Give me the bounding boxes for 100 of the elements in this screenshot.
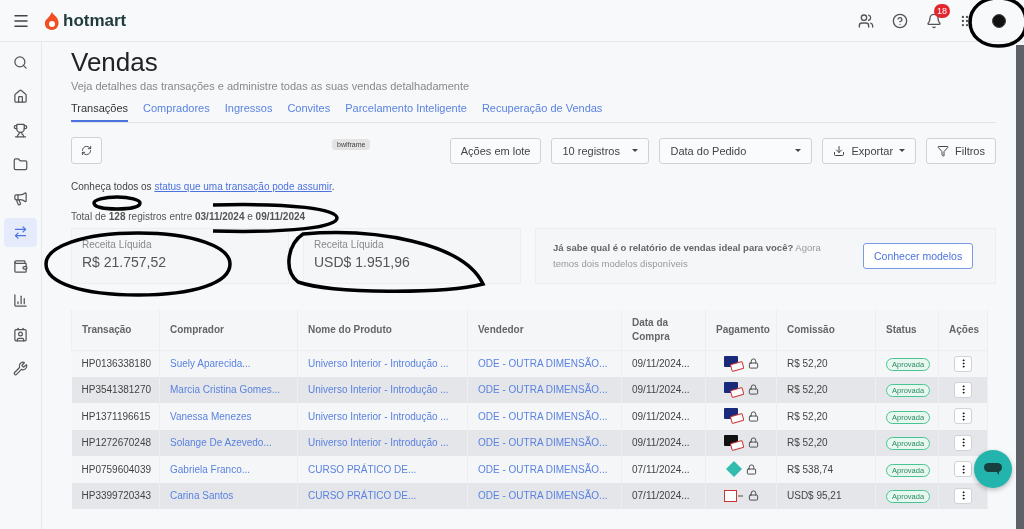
status-link[interactable]: status que uma transação pode assumir (154, 181, 332, 192)
page-size-select[interactable]: 10 registros (551, 137, 650, 164)
column-header: Comissão (776, 310, 876, 350)
table-cell: HP3399720343 (71, 482, 160, 509)
buyer-link[interactable]: Marcia Cristina Gomes... (170, 384, 281, 396)
trophy-icon (13, 123, 28, 138)
records-summary: Total de 128 registros entre 03/11/2024 e 09/11/2024 (71, 211, 307, 222)
seller-link[interactable]: ODE - OUTRA DIMENSÃO... (478, 410, 608, 422)
refresh-icon (81, 145, 92, 156)
tab[interactable]: Convites (287, 98, 331, 122)
column-header: Nome do Produto (297, 310, 468, 350)
column-header: Data da Compra (621, 310, 706, 350)
tab[interactable]: Ingressos (224, 98, 273, 122)
buyer-link[interactable]: Gabriela Franco... (170, 463, 251, 475)
diamond-icon (725, 461, 742, 478)
search-icon (13, 55, 28, 70)
status-note: Conheça todos os status que uma transação pode assumir. (71, 181, 336, 192)
actions-button[interactable] (954, 355, 972, 372)
actions-button[interactable] (954, 381, 972, 398)
batch-actions-button[interactable]: Ações em lote (449, 137, 542, 164)
revenue-value: USD$ 1.951,96 (314, 254, 411, 270)
card-icon (723, 355, 744, 372)
buyer-link[interactable]: Solange De Azevedo... (170, 437, 272, 449)
actions-button[interactable] (954, 408, 972, 425)
buyer-link[interactable]: Suely Aparecida... (170, 358, 251, 369)
filters-button[interactable]: Filtros (926, 137, 996, 164)
tab[interactable]: Transações (71, 98, 129, 122)
promo-text: Já sabe qual é o relatório de vendas ideal para você? Agora temos dois modelos disponíveis (553, 241, 822, 271)
revenue-value: R$ 21.757,52 (82, 254, 168, 270)
table-cell: R$ 52,20 (776, 403, 876, 430)
table-cell: USD$ 95,21 (776, 482, 876, 509)
lock-icon (747, 358, 759, 369)
lock-icon (747, 490, 759, 502)
buyer-link[interactable]: Vanessa Menezes (170, 410, 252, 422)
users-icon[interactable] (858, 12, 874, 29)
chat-bubble-icon (984, 463, 1002, 475)
table-cell: HP0136338180 (71, 350, 160, 377)
scrollbar[interactable] (1016, 45, 1024, 529)
seller-link[interactable]: ODE - OUTRA DIMENSÃO... (478, 437, 608, 449)
column-header: Transação (71, 310, 160, 350)
refresh-button[interactable] (71, 137, 102, 164)
bell-icon[interactable] (926, 12, 942, 29)
notification-count: 18 (934, 3, 950, 18)
actions-button[interactable] (954, 461, 972, 478)
tools-icon (13, 361, 28, 376)
flame-logo-icon (44, 10, 60, 31)
revenue-label: Receita Líquida (82, 239, 153, 250)
column-header: Status (875, 310, 939, 350)
filter-icon (937, 144, 950, 157)
product-link[interactable]: Universo Interior - Introdução ... (308, 384, 449, 396)
table-cell: HP1371196615 (71, 403, 160, 430)
product-link[interactable]: Universo Interior - Introdução ... (308, 358, 449, 369)
product-link[interactable]: Universo Interior - Introdução ... (308, 410, 449, 422)
ink-circle-drawing (92, 195, 142, 211)
column-header: Pagamento (705, 310, 777, 350)
product-link[interactable]: CURSO PRÁTICO DE... (308, 463, 417, 475)
product-link[interactable]: CURSO PRÁTICO DE... (308, 490, 417, 502)
models-button[interactable]: Conhecer modelos (863, 243, 974, 269)
column-header: Comprador (159, 310, 298, 350)
ink-circle-drawing (968, 0, 1024, 48)
bar-chart-icon (13, 293, 28, 308)
actions-button[interactable] (954, 434, 972, 451)
column-header: Vendedor (467, 310, 622, 350)
avatar[interactable] (992, 13, 1006, 28)
home-icon (13, 89, 28, 104)
page-title: Vendas (71, 46, 159, 78)
seller-link[interactable]: ODE - OUTRA DIMENSÃO... (478, 490, 608, 502)
tab[interactable]: Recuperação de Vendas (481, 98, 603, 122)
sidebar-item[interactable] (4, 218, 37, 247)
exchange-arrows-icon (13, 225, 28, 240)
tab[interactable]: Parcelamento Inteligente (345, 98, 467, 122)
table-cell: R$ 52,20 (776, 350, 876, 377)
card-icon (723, 434, 744, 451)
product-link[interactable]: Universo Interior - Introdução ... (308, 437, 449, 449)
seller-link[interactable]: ODE - OUTRA DIMENSÃO... (478, 463, 608, 475)
page-subtitle: Veja detalhes das transações e administre todas as suas vendas detalhadamente (71, 80, 471, 92)
column-header: Ações (938, 310, 988, 350)
wallet-icon (13, 259, 28, 274)
download-icon (833, 144, 846, 157)
seller-link[interactable]: ODE - OUTRA DIMENSÃO... (478, 358, 608, 369)
help-icon[interactable] (892, 12, 908, 29)
table-cell: 07/11/2024... (621, 482, 706, 509)
date-field-select[interactable]: Data do Pedido (659, 137, 813, 164)
table-cell: 09/11/2024... (621, 350, 706, 377)
table-cell: R$ 538,74 (776, 456, 876, 483)
seller-link[interactable]: ODE - OUTRA DIMENSÃO... (478, 384, 608, 396)
megaphone-icon (13, 191, 28, 206)
logo-text: hotmart (63, 10, 127, 31)
export-button[interactable]: Exportar (822, 137, 917, 164)
folder-icon (13, 157, 28, 172)
chat-button[interactable] (974, 450, 1012, 488)
table-cell: 09/11/2024... (621, 403, 706, 430)
table-cell: HP0759604039 (71, 456, 160, 483)
actions-button[interactable] (954, 487, 972, 504)
revenue-label: Receita Líquida (314, 239, 385, 250)
lock-icon (747, 410, 759, 422)
buyer-link[interactable]: Carina Santos (170, 490, 234, 502)
tab[interactable]: Compradores (143, 98, 210, 122)
card-icon (723, 408, 744, 425)
multibanco-icon (723, 489, 744, 502)
